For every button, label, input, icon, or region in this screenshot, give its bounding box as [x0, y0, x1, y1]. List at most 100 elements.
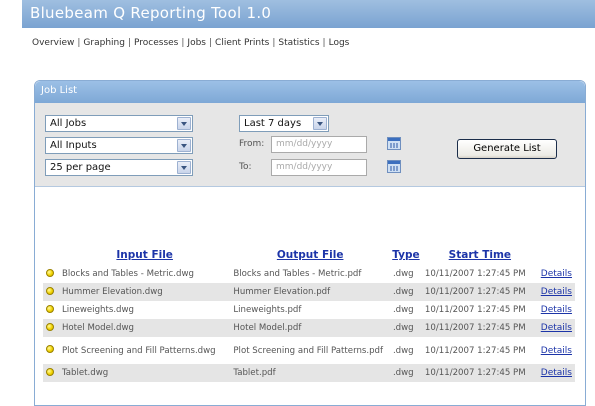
chevron-down-icon[interactable]	[177, 117, 191, 130]
start-time-cell: 10/11/2007 1:27:45 PM	[421, 319, 538, 337]
job-type-value: All Jobs	[50, 118, 87, 129]
details-link[interactable]: Details	[541, 287, 572, 297]
type-header[interactable]: Type	[390, 245, 422, 265]
nav-processes[interactable]: Processes	[134, 38, 178, 48]
calendar-icon[interactable]	[387, 160, 401, 173]
type-cell: .dwg	[392, 305, 414, 315]
status-cell	[43, 337, 59, 364]
to-date-input[interactable]: mm/dd/yyyy	[271, 159, 367, 176]
details-header	[538, 245, 575, 265]
panel-title: Job List	[41, 85, 78, 96]
output-file-cell: Tablet.pdf	[230, 364, 390, 382]
input-file-cell: Hummer Elevation.dwg	[58, 283, 231, 301]
to-label: To:	[239, 162, 252, 172]
status-header	[43, 245, 59, 265]
inputs-select[interactable]: All Inputs	[45, 137, 193, 154]
output-file-cell: Plot Screening and Fill Patterns.pdf	[233, 345, 384, 356]
details-cell: Details	[537, 319, 575, 337]
table-header-row: Input File Output File Type Start Time	[43, 245, 575, 265]
status-dot-icon	[46, 367, 54, 376]
table-row: Hummer Elevation.dwg Hummer Elevation.pd…	[43, 283, 575, 301]
input-file-header[interactable]: Input File	[59, 245, 230, 265]
details-link[interactable]: Details	[541, 323, 572, 333]
start-time-cell: 10/11/2007 1:27:45 PM	[421, 283, 538, 301]
from-date-placeholder: mm/dd/yyyy	[276, 139, 333, 149]
input-file-cell: Blocks and Tables - Metric.dwg	[61, 269, 194, 279]
start-time-cell: 10/11/2007 1:27:45 PM	[424, 305, 526, 315]
nav-logs[interactable]: Logs	[329, 38, 350, 48]
input-file-cell: Lineweights.dwg	[61, 305, 134, 315]
inputs-value: All Inputs	[50, 140, 97, 151]
nav-jobs[interactable]: Jobs	[187, 38, 206, 48]
per-page-select[interactable]: 25 per page	[45, 159, 193, 176]
nav-client-prints[interactable]: Client Prints	[215, 38, 269, 48]
status-dot-icon	[46, 268, 54, 277]
title-bar: Bluebeam Q Reporting Tool 1.0	[22, 0, 595, 28]
nav-separator: |	[322, 38, 326, 48]
date-range-select[interactable]: Last 7 days	[239, 115, 329, 132]
table-row: Tablet.dwg Tablet.pdf .dwg 10/11/2007 1:…	[43, 364, 575, 382]
output-file-cell: Lineweights.pdf	[233, 305, 302, 315]
output-file-cell: Hummer Elevation.pdf	[230, 283, 390, 301]
nav-statistics[interactable]: Statistics	[278, 38, 319, 48]
table-row: Hotel Model.dwg Hotel Model.pdf .dwg 10/…	[43, 319, 575, 337]
output-file-header[interactable]: Output File	[230, 245, 390, 265]
status-cell	[43, 301, 59, 319]
details-link[interactable]: Details	[541, 269, 572, 279]
job-type-select[interactable]: All Jobs	[45, 115, 193, 132]
table-row: Lineweights.dwg Lineweights.pdf .dwg 10/…	[43, 301, 575, 319]
job-list-panel: Job List All Jobs All Inputs 25 per page…	[34, 80, 586, 406]
chevron-down-icon[interactable]	[313, 117, 327, 130]
details-cell: Details	[538, 337, 575, 364]
calendar-icon[interactable]	[387, 137, 401, 150]
details-cell: Details	[537, 283, 575, 301]
details-link[interactable]: Details	[541, 368, 572, 378]
type-cell: .dwg	[389, 319, 422, 337]
from-label: From:	[239, 139, 265, 149]
app-title: Bluebeam Q Reporting Tool 1.0	[30, 4, 272, 22]
table-row: Plot Screening and Fill Patterns.dwg Plo…	[43, 337, 575, 364]
start-time-cell: 10/11/2007 1:27:45 PM	[424, 345, 526, 356]
status-cell	[43, 283, 59, 301]
output-file-cell: Hotel Model.pdf	[230, 319, 390, 337]
input-file-cell: Plot Screening and Fill Patterns.dwg	[61, 345, 216, 356]
status-dot-icon	[46, 345, 54, 353]
nav-overview[interactable]: Overview	[32, 38, 74, 48]
start-time-header[interactable]: Start Time	[422, 245, 538, 265]
start-time-cell: 10/11/2007 1:27:45 PM	[421, 364, 538, 382]
input-file-cell: Tablet.dwg	[58, 364, 231, 382]
details-cell: Details	[537, 364, 575, 382]
status-cell	[43, 319, 59, 337]
per-page-value: 25 per page	[50, 162, 111, 173]
details-cell: Details	[538, 265, 575, 283]
input-file-cell: Hotel Model.dwg	[58, 319, 231, 337]
start-time-cell: 10/11/2007 1:27:45 PM	[424, 269, 526, 279]
nav-graphing[interactable]: Graphing	[83, 38, 125, 48]
status-cell	[43, 364, 59, 382]
status-dot-icon	[46, 304, 54, 313]
details-link[interactable]: Details	[541, 346, 572, 356]
job-table: Input File Output File Type Start Time B…	[43, 245, 575, 382]
chevron-down-icon[interactable]	[177, 139, 191, 152]
to-date-placeholder: mm/dd/yyyy	[276, 162, 333, 172]
date-range-value: Last 7 days	[244, 118, 302, 129]
details-link[interactable]: Details	[541, 305, 572, 315]
details-cell: Details	[538, 301, 575, 319]
output-file-cell: Blocks and Tables - Metric.pdf	[233, 269, 362, 279]
type-cell: .dwg	[392, 269, 414, 279]
panel-header: Job List	[35, 81, 585, 103]
table-row: Blocks and Tables - Metric.dwg Blocks an…	[43, 265, 575, 283]
nav-separator: |	[127, 38, 131, 48]
type-cell: .dwg	[392, 345, 414, 356]
from-date-input[interactable]: mm/dd/yyyy	[271, 136, 367, 153]
filter-area: All Jobs All Inputs 25 per page Last 7 d…	[35, 103, 585, 187]
type-cell: .dwg	[389, 283, 422, 301]
main-nav: Overview | Graphing | Processes | Jobs | Client …	[32, 38, 349, 48]
chevron-down-icon[interactable]	[177, 161, 191, 174]
generate-list-button[interactable]: Generate List	[457, 139, 557, 159]
nav-separator: |	[208, 38, 213, 48]
type-cell: .dwg	[389, 364, 422, 382]
status-cell	[43, 265, 59, 283]
status-dot-icon	[46, 322, 54, 331]
status-dot-icon	[46, 286, 54, 295]
